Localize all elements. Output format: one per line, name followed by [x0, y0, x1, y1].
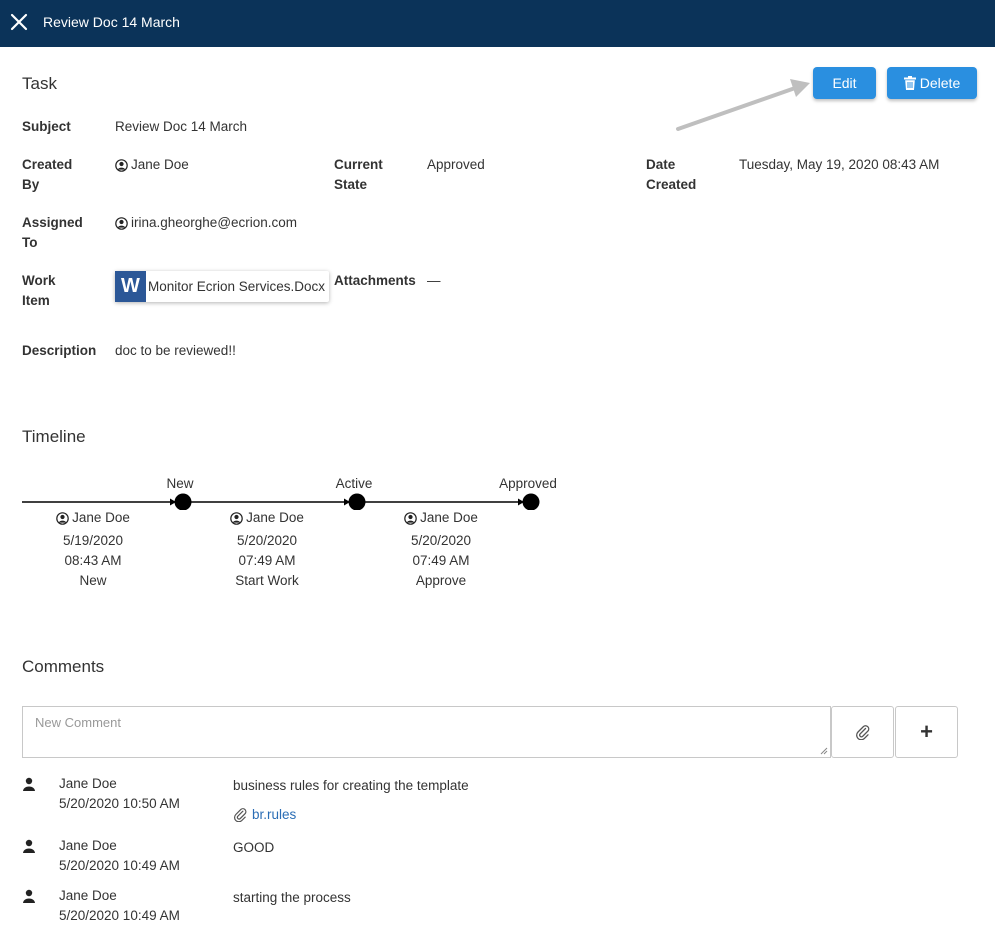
created-by-label-line2: By: [22, 177, 40, 192]
created-by-label-line1: Created: [22, 157, 73, 172]
new-comment-placeholder: New Comment: [35, 715, 121, 730]
close-icon[interactable]: [10, 13, 28, 31]
timeline-node-active: [348, 493, 366, 510]
comment-text: starting the process: [233, 890, 351, 905]
timeline-node-new: [174, 493, 192, 510]
annotation-arrow: [676, 79, 810, 131]
comment-user: Jane Doe: [59, 838, 117, 853]
subject-value: Review Doc 14 March: [115, 119, 248, 134]
timeline-node-approved: [522, 493, 540, 510]
created-by-name: Jane Doe: [131, 157, 189, 172]
edit-button[interactable]: Edit: [813, 67, 876, 99]
user-icon: [22, 777, 36, 791]
timeline-entry-time: 07:49 AM: [238, 552, 296, 568]
work-item-label-line2: Item: [22, 293, 50, 308]
comment-timestamp: 5/20/2020 10:50 AM: [59, 796, 180, 811]
comment-timestamp: 5/20/2020 10:49 AM: [59, 908, 180, 923]
work-item-file[interactable]: W Monitor Ecrion Services.Docx: [115, 271, 329, 302]
assigned-to-label: Assigned To: [22, 213, 83, 253]
comments-section-title: Comments: [22, 657, 105, 676]
user-circle-icon: [404, 512, 417, 525]
assigned-to-value: irina.gheorghe@ecrion.com: [115, 213, 297, 233]
word-document-icon: W: [115, 271, 146, 302]
created-by-value: Jane Doe: [115, 155, 189, 175]
work-item-label: Work Item: [22, 271, 56, 311]
timeline-entry-time: 08:43 AM: [64, 552, 122, 568]
timeline-entry-date: 5/19/2020: [62, 532, 124, 548]
comment-user: Jane Doe: [59, 888, 117, 903]
assigned-to-label-line2: To: [22, 235, 38, 250]
user-icon: [22, 889, 36, 903]
comment-author: Jane Doe 5/20/2020 10:49 AM: [59, 836, 180, 876]
date-created-label-line1: Date: [646, 157, 676, 172]
edit-button-label: Edit: [832, 75, 857, 91]
delete-button[interactable]: Delete: [887, 67, 977, 99]
user-circle-icon: [230, 512, 243, 525]
task-section-title: Task: [22, 74, 57, 93]
paperclip-icon: [855, 724, 871, 740]
delete-button-label: Delete: [919, 75, 961, 91]
comment-author: Jane Doe 5/20/2020 10:49 AM: [59, 886, 180, 926]
subject-label: Subject: [22, 119, 71, 134]
timeline-entry: Jane Doe 5/19/2020 08:43 AM New: [33, 508, 153, 591]
timeline-entry-user: Jane Doe: [246, 510, 304, 525]
current-state-label-line2: State: [334, 177, 368, 192]
page-title: Review Doc 14 March: [43, 14, 180, 30]
user-circle-icon: [56, 512, 69, 525]
comment-timestamp: 5/20/2020 10:49 AM: [59, 858, 180, 873]
add-comment-button[interactable]: +: [895, 706, 958, 758]
assigned-to-email: irina.gheorghe@ecrion.com: [131, 215, 298, 230]
user-circle-icon: [115, 159, 128, 172]
current-state-label-line1: Current: [334, 157, 383, 172]
timeline-entry-user: Jane Doe: [72, 510, 130, 525]
timeline-entry-action: New: [79, 572, 107, 588]
timeline-entry: Jane Doe 5/20/2020 07:49 AM Start Work: [207, 508, 327, 591]
timeline-entry-date: 5/20/2020: [410, 532, 472, 548]
description-value: doc to be reviewed!!: [115, 343, 236, 358]
comment-author: Jane Doe 5/20/2020 10:50 AM: [59, 774, 180, 814]
user-circle-icon: [115, 217, 128, 230]
comment-attachment-name: br.rules: [252, 807, 297, 822]
attach-file-button[interactable]: [831, 706, 894, 758]
current-state-value: Approved: [427, 157, 485, 172]
resize-handle-icon[interactable]: [820, 747, 828, 755]
comment-user: Jane Doe: [59, 776, 117, 791]
timeline-section-title: Timeline: [22, 427, 86, 446]
paperclip-icon: [233, 807, 248, 822]
timeline-entry-time: 07:49 AM: [412, 552, 470, 568]
date-created-label: Date Created: [646, 155, 696, 195]
description-label: Description: [22, 343, 97, 358]
attachments-value: —: [427, 273, 441, 288]
top-bar: Review Doc 14 March: [0, 0, 995, 47]
timeline-entry-date: 5/20/2020: [236, 532, 298, 548]
assigned-to-label-line1: Assigned: [22, 215, 83, 230]
attachments-label: Attachments: [334, 273, 416, 288]
current-state-label: Current State: [334, 155, 383, 195]
new-comment-input[interactable]: New Comment: [22, 706, 831, 758]
created-by-label: Created By: [22, 155, 72, 195]
comment-text: GOOD: [233, 840, 275, 855]
comment-text: business rules for creating the template: [233, 778, 469, 793]
date-created-value: Tuesday, May 19, 2020 08:43 AM: [739, 157, 940, 172]
timeline-entry-user: Jane Doe: [420, 510, 478, 525]
work-item-label-line1: Work: [22, 273, 56, 288]
comment-attachment-link[interactable]: br.rules: [233, 807, 296, 822]
trash-icon: [903, 76, 916, 90]
timeline-entry-action: Start Work: [235, 572, 299, 588]
user-icon: [22, 839, 36, 853]
timeline-entry: Jane Doe 5/20/2020 07:49 AM Approve: [381, 508, 501, 591]
work-item-filename: Monitor Ecrion Services.Docx: [148, 279, 326, 294]
timeline-track: [22, 493, 540, 510]
date-created-label-line2: Created: [646, 177, 697, 192]
timeline-entry-action: Approve: [415, 572, 467, 588]
